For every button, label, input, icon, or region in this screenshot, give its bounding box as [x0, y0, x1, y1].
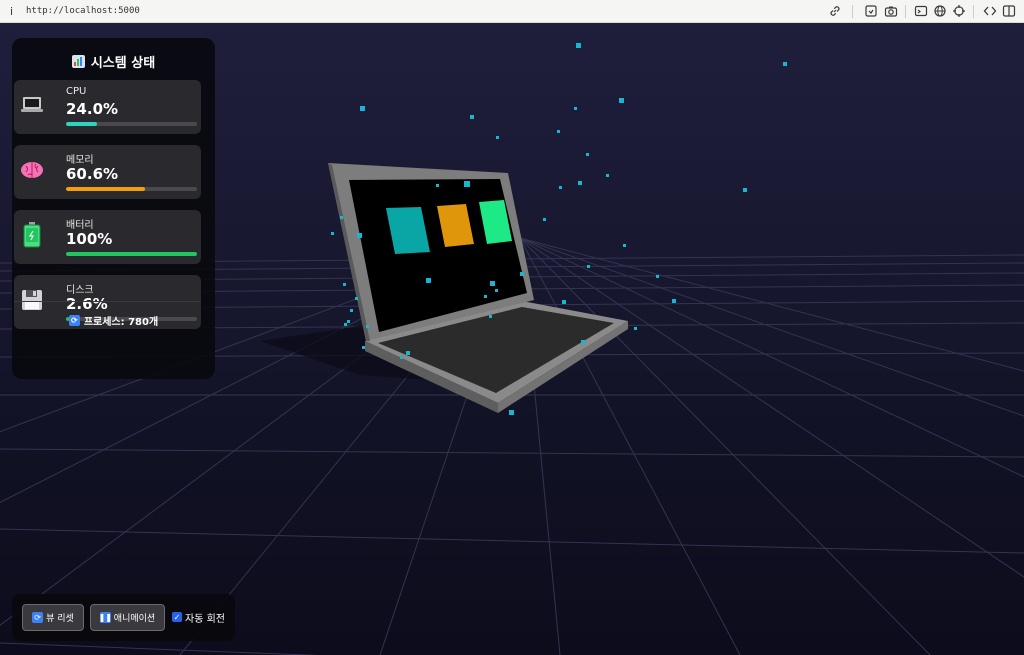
particle — [464, 181, 470, 187]
particle — [340, 216, 343, 219]
animation-label: 애니메이션 — [113, 614, 156, 624]
particle — [623, 244, 626, 247]
metric-card-battery: 배터리 100% — [14, 210, 201, 264]
panel-divider — [14, 301, 201, 302]
metric-label: 배터리 — [66, 220, 94, 231]
particle — [578, 181, 582, 185]
progress-fill — [66, 187, 146, 191]
browser-toolbar: i http://localhost:5000 — [0, 0, 1024, 23]
reset-view-label: 뷰 리셋 — [46, 614, 74, 624]
laptop-icon — [20, 92, 44, 118]
particle — [436, 184, 439, 187]
globe-icon[interactable] — [933, 4, 947, 18]
floppy-disk-icon — [20, 287, 44, 313]
brain-icon — [20, 157, 44, 183]
metric-card-cpu: CPU 24.0% — [14, 80, 201, 134]
progress-fill — [66, 252, 197, 256]
auto-rotate-checkbox[interactable]: ✓ — [172, 612, 182, 622]
animation-toggle-button[interactable]: ❚❚ 애니메이션 — [90, 604, 165, 631]
metric-value: 100% — [66, 230, 113, 248]
metric-label: 디스크 — [66, 285, 94, 296]
panel-title: 시스템 상태 — [90, 55, 156, 71]
metric-value: 60.6% — [66, 165, 119, 183]
particle — [562, 300, 566, 304]
particle — [426, 278, 431, 283]
auto-rotate-label[interactable]: 자동 회전 — [185, 610, 225, 625]
refresh-icon: ⟳ — [32, 612, 44, 623]
terminal-icon[interactable] — [914, 4, 928, 18]
bar-chart-icon — [71, 54, 85, 68]
address-bar[interactable]: http://localhost:5000 — [26, 6, 140, 16]
particle — [783, 62, 787, 66]
scene-controls: ⟳ 뷰 리셋 ❚❚ 애니메이션 ✓ 자동 회전 — [12, 594, 235, 641]
particle — [490, 281, 495, 286]
process-count: ⟳ 프로세스: 780개 — [12, 313, 215, 328]
particle — [344, 323, 347, 326]
particle — [360, 106, 365, 111]
progress-track — [66, 187, 197, 191]
refresh-icon: ⟳ — [68, 315, 80, 326]
particle — [406, 351, 410, 355]
progress-track — [66, 252, 197, 256]
particle — [343, 283, 346, 286]
info-icon[interactable]: i — [10, 5, 20, 18]
progress-track — [66, 122, 197, 126]
metric-value: 24.0% — [66, 100, 119, 118]
sidebar-toggle-icon[interactable] — [1002, 4, 1016, 18]
particle — [543, 218, 546, 221]
code-icon[interactable] — [983, 4, 997, 18]
particle — [586, 153, 589, 156]
particle — [347, 320, 350, 323]
toolbar-divider — [905, 5, 906, 18]
particle — [400, 356, 403, 359]
particle — [574, 107, 577, 110]
particle — [366, 325, 369, 328]
particle — [495, 289, 498, 292]
reset-view-button[interactable]: ⟳ 뷰 리셋 — [22, 604, 84, 631]
particle — [634, 327, 637, 330]
particle — [581, 340, 585, 344]
toolbar-divider — [973, 5, 974, 18]
process-count-text: 프로세스: 780개 — [83, 317, 159, 328]
screenshot-icon[interactable] — [864, 4, 878, 18]
camera-icon[interactable] — [884, 4, 898, 18]
particle — [520, 272, 524, 276]
particle — [619, 98, 624, 103]
particle — [672, 299, 676, 303]
link-icon[interactable] — [828, 4, 842, 18]
particle — [484, 295, 487, 298]
battery-icon — [20, 222, 44, 248]
toolbar-divider — [852, 5, 853, 18]
particle — [357, 233, 362, 238]
metric-card-memory: 메모리 60.6% — [14, 145, 201, 199]
crosshair-icon[interactable] — [952, 4, 966, 18]
particle — [362, 346, 365, 349]
particle — [557, 130, 560, 133]
particle — [496, 136, 499, 139]
particle — [587, 265, 590, 268]
metric-label: CPU — [66, 86, 87, 97]
particle — [606, 174, 609, 177]
particle — [509, 410, 514, 415]
progress-fill — [66, 122, 98, 126]
particle — [656, 275, 659, 278]
particle — [559, 186, 562, 189]
pause-icon: ❚❚ — [98, 612, 112, 623]
particle — [331, 232, 334, 235]
particle — [576, 43, 581, 48]
particle — [355, 297, 358, 300]
particle — [470, 115, 474, 119]
metric-value: 2.6% — [66, 295, 108, 313]
particle — [489, 315, 492, 318]
particle — [743, 188, 747, 192]
particle — [350, 309, 353, 312]
metric-label: 메모리 — [66, 155, 94, 166]
